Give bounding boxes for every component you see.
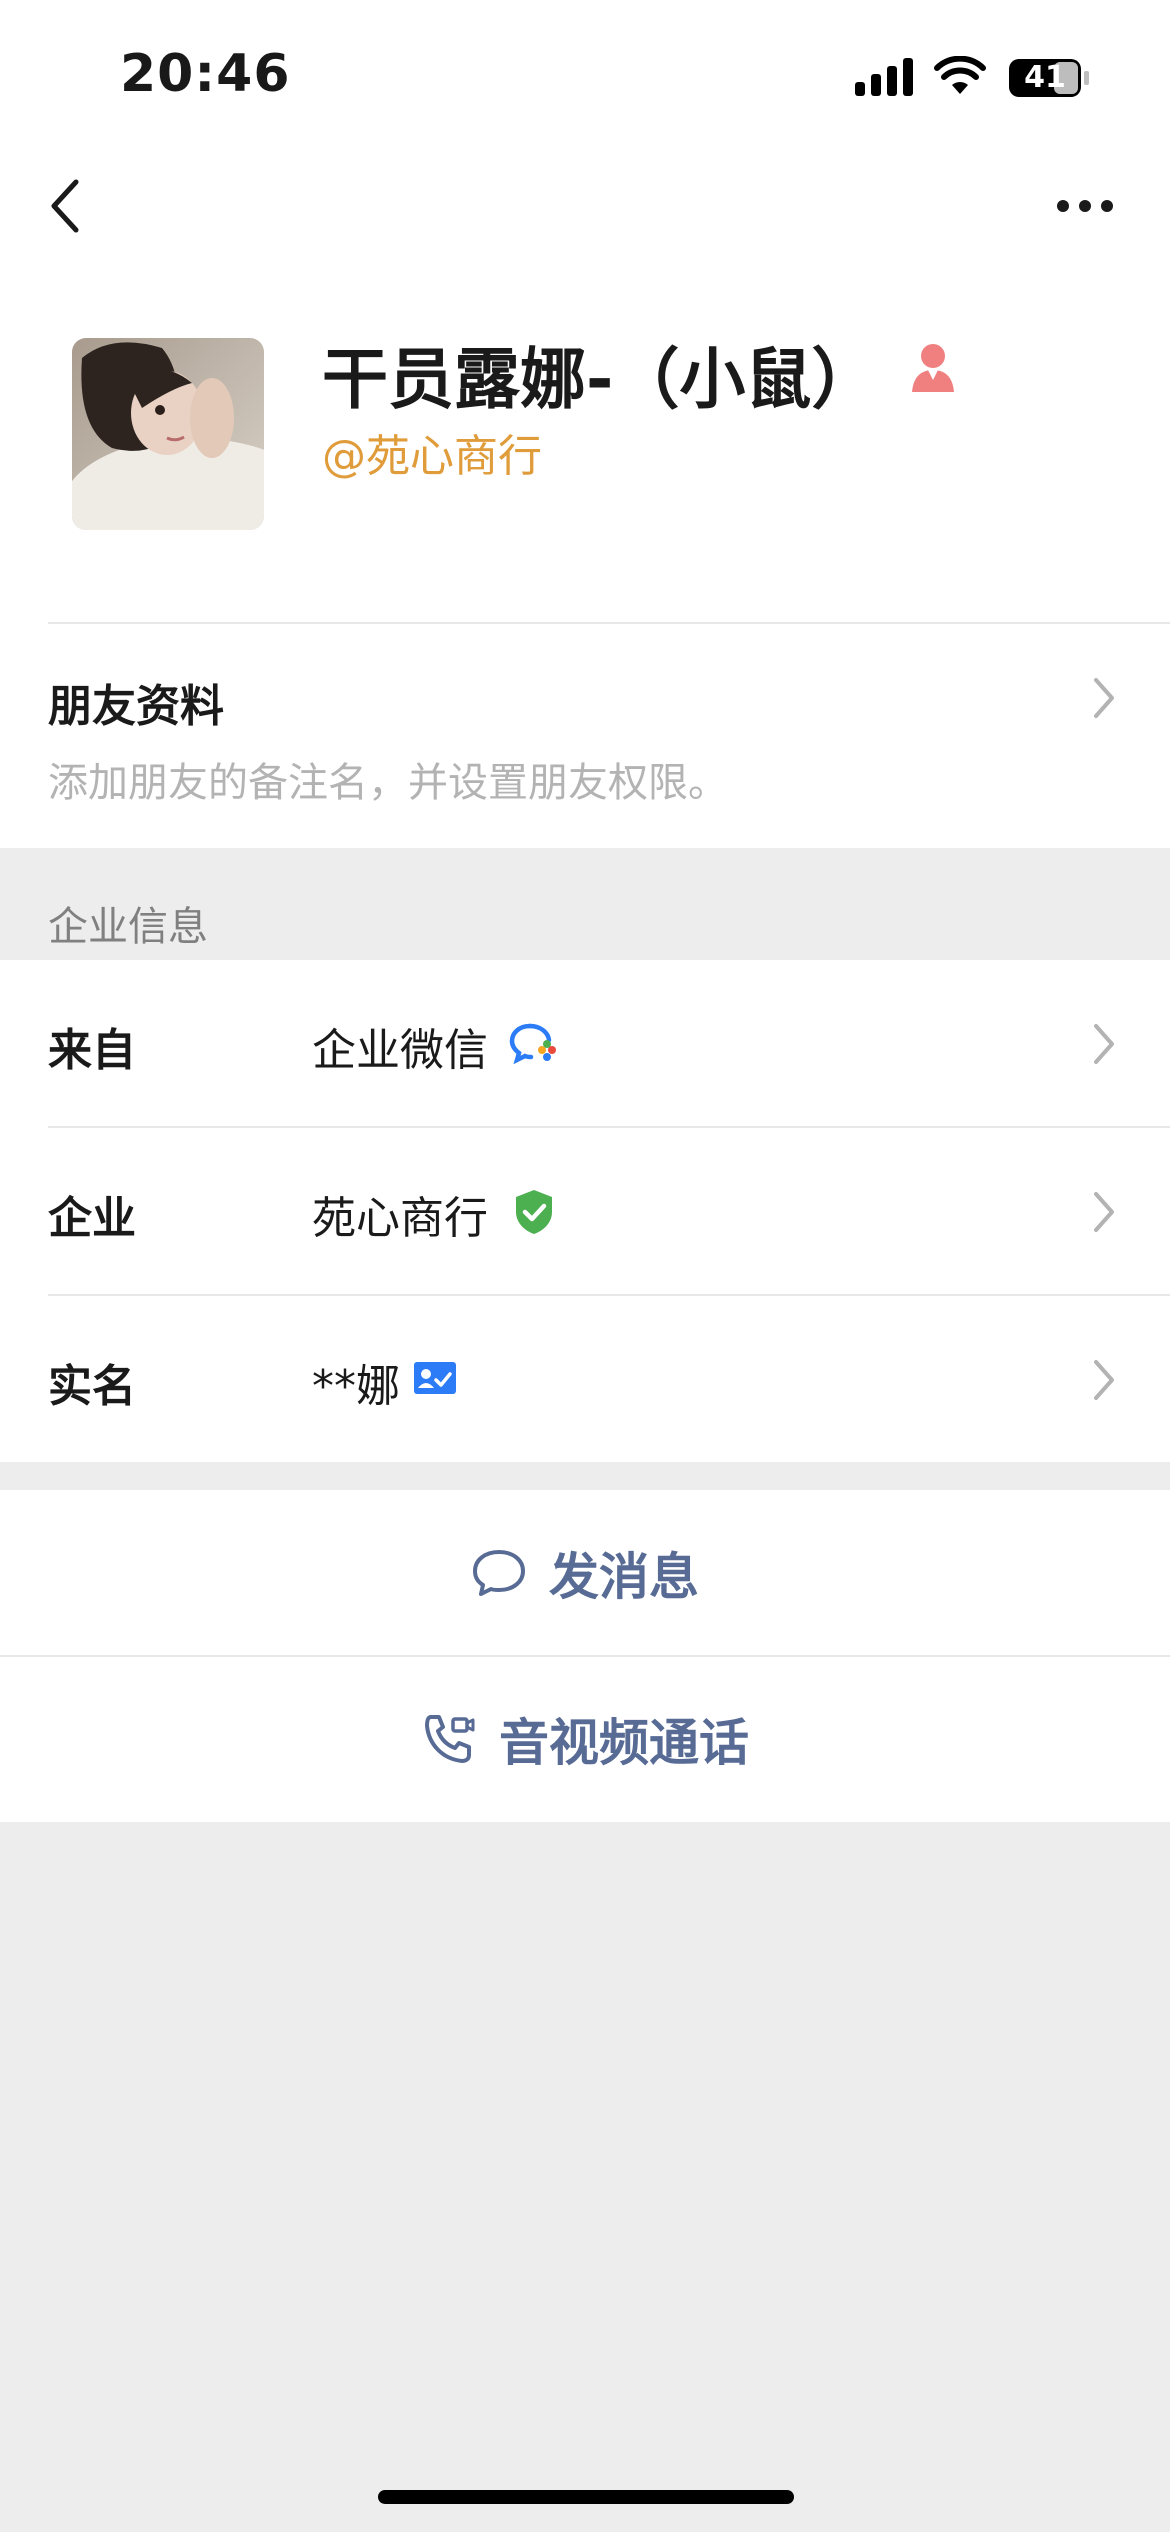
row-label: 实名 bbox=[48, 1361, 136, 1412]
video-call-button[interactable]: 音视频通话 bbox=[0, 1656, 1170, 1822]
chevron-right-icon bbox=[1094, 1192, 1114, 1232]
status-time: 20:46 bbox=[120, 44, 291, 104]
wifi-icon bbox=[934, 56, 986, 94]
row-value: **娜 bbox=[312, 1361, 400, 1412]
enterprise-row-source[interactable] bbox=[0, 960, 1170, 1126]
row-value: 苑心商行 bbox=[312, 1193, 488, 1244]
verified-shield-icon bbox=[516, 1190, 552, 1234]
battery-level: 41 bbox=[1024, 60, 1066, 95]
enterprise-row-realname[interactable] bbox=[0, 1296, 1170, 1462]
send-message-label: 发消息 bbox=[549, 1548, 699, 1606]
phone-video-icon bbox=[425, 1715, 475, 1763]
realname-verified-icon bbox=[414, 1362, 456, 1394]
profile-name: 干员露娜-（小鼠） bbox=[322, 341, 878, 418]
home-indicator[interactable] bbox=[378, 2490, 794, 2504]
chevron-right-icon bbox=[1094, 678, 1114, 718]
avatar[interactable] bbox=[72, 338, 264, 530]
battery-icon: 41 bbox=[1008, 58, 1090, 98]
chevron-right-icon bbox=[1094, 1360, 1114, 1400]
friend-info-row[interactable] bbox=[0, 624, 1170, 848]
enterprise-row-company[interactable] bbox=[0, 1128, 1170, 1294]
female-gender-icon bbox=[912, 344, 954, 392]
corp-tag: @苑心商行 bbox=[322, 431, 542, 482]
back-arrow-icon[interactable] bbox=[44, 176, 88, 236]
friend-info-title: 朋友资料 bbox=[48, 681, 224, 732]
enterprise-section-label: 企业信息 bbox=[48, 904, 208, 950]
video-call-label: 音视频通话 bbox=[499, 1714, 749, 1772]
action-list: 发消息 音视频通话 bbox=[0, 1490, 1170, 1822]
send-message-button[interactable]: 发消息 bbox=[0, 1490, 1170, 1656]
friend-info-description: 添加朋友的备注名，并设置朋友权限。 bbox=[48, 760, 728, 806]
chevron-right-icon bbox=[1094, 1024, 1114, 1064]
row-label: 企业 bbox=[48, 1193, 136, 1244]
row-value: 企业微信 bbox=[312, 1025, 488, 1076]
chat-bubble-icon bbox=[473, 1550, 525, 1596]
cellular-signal-icon bbox=[855, 58, 913, 96]
row-label: 来自 bbox=[48, 1025, 136, 1076]
more-options-icon[interactable] bbox=[1056, 196, 1114, 216]
wecom-logo-icon bbox=[509, 1023, 556, 1065]
